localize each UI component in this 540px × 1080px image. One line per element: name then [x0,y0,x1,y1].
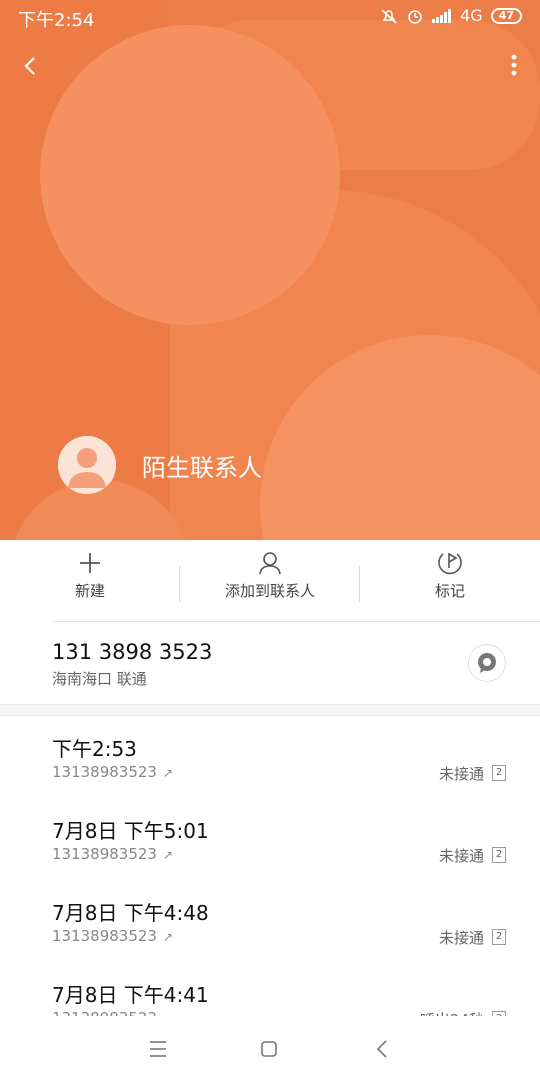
message-bubble-icon [478,653,496,673]
call-number: 13138983523↗ [52,927,174,945]
home-square-icon[interactable] [254,1034,284,1064]
phone-location: 海南海口 联通 [52,670,147,688]
call-status: 未接通 [438,929,484,947]
call-log-item[interactable]: 7月8日 下午4:48 13138983523 ↗ 未接通 2 [0,897,540,979]
call-number: 13138983523↗ [52,845,174,863]
call-time: 7月8日 下午5:01 [52,819,209,843]
new-label: 新建 [74,582,105,600]
alarm-icon [408,9,422,24]
chevron-left-icon[interactable] [18,52,46,80]
section-separator [0,704,540,716]
call-log-item[interactable]: 下午2:53 13138983523 ↗ 未接通 2 [0,733,540,815]
phone-number[interactable]: 131 3898 3523 [52,640,212,664]
contact-title: 陌生联系人 [142,454,262,482]
add-to-contacts-label: 添加到联系人 [224,582,315,600]
outgoing-arrow-icon: ↗ [162,848,174,862]
call-time: 下午2:53 [52,737,137,761]
action-bar: 新建 添加到联系人 标记 [0,540,540,622]
navigation-bar [0,1016,540,1080]
message-button[interactable] [468,644,506,682]
sim-badge: 2 [492,847,506,863]
call-number: 13138983523↗ [52,763,174,781]
back-arrow-icon[interactable] [368,1034,398,1064]
divider [179,565,180,603]
mark-button[interactable]: 标记 [360,550,540,620]
outgoing-arrow-icon: ↗ [162,766,174,780]
plus-icon [80,553,100,573]
sim-badge: 2 [492,765,506,781]
divider [52,621,540,622]
status-bar: 下午2:54 4G 47 [0,0,540,34]
call-time: 7月8日 下午4:41 [52,983,209,1007]
more-vertical-icon[interactable] [508,50,520,80]
call-status: 未接通 [438,765,484,783]
outgoing-arrow-icon: ↗ [162,930,174,944]
divider [359,565,360,603]
person-icon [259,552,281,575]
battery-icon: 47 [490,7,522,24]
signal-icon [432,8,452,23]
add-to-contacts-button[interactable]: 添加到联系人 [180,550,360,620]
call-status: 未接通 [438,847,484,865]
status-time: 下午2:54 [18,10,95,31]
call-log-item[interactable]: 7月8日 下午5:01 13138983523 ↗ 未接通 2 [0,815,540,897]
sim-badge: 2 [492,929,506,945]
menu-icon[interactable] [143,1034,173,1064]
flag-icon [438,553,462,575]
network-type: 4G [460,6,483,25]
mute-icon [381,8,397,24]
status-icons: 4G 47 [380,6,522,25]
call-time: 7月8日 下午4:48 [52,901,209,925]
person-silhouette-icon [58,436,116,494]
avatar [58,436,116,494]
mark-label: 标记 [434,582,465,600]
new-button[interactable]: 新建 [0,550,180,620]
